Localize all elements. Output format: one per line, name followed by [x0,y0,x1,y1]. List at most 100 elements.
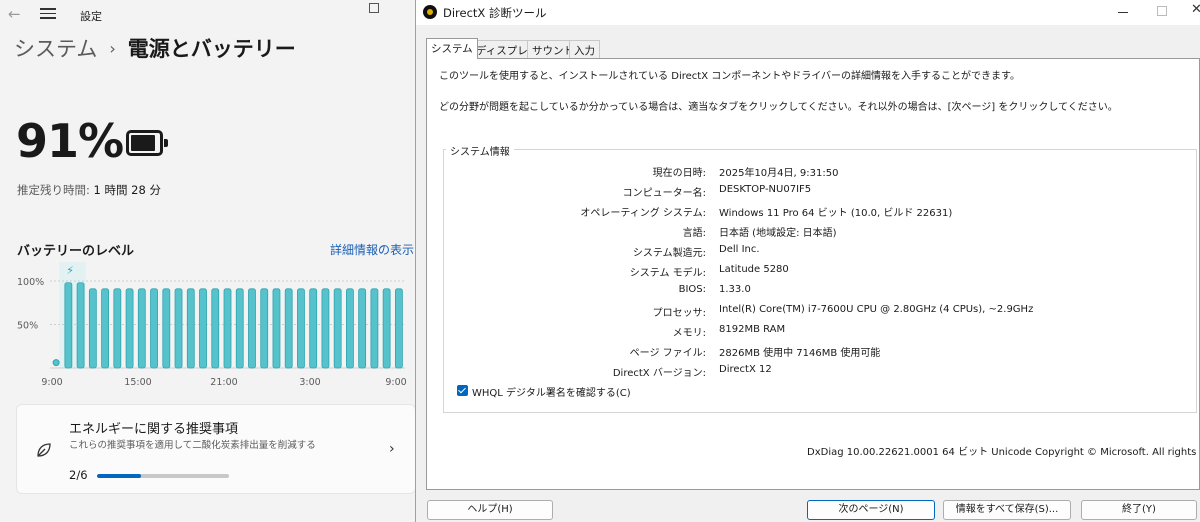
directx-logo-icon [423,5,437,19]
chart-bar [346,288,354,369]
estimated-time-remaining: 推定残り時間: 1 時間 28 分 [17,182,161,198]
chart-bar [382,288,391,369]
info-key: DirectX バージョン: [612,368,706,379]
hamburger-menu-icon[interactable] [40,5,56,22]
chart-bar [113,288,122,369]
chart-bar [137,288,146,369]
info-value: Intel(R) Core(TM) i7-7600U CPU @ 2.80GHz… [719,304,1034,315]
chart-bar [150,288,158,369]
chart-bar [394,288,403,369]
info-key: BIOS: [678,284,706,295]
maximize-icon[interactable] [369,3,379,13]
info-value: 1.33.0 [719,284,751,295]
battery-percentage: 91% [16,114,124,168]
minimize-icon[interactable] [1118,12,1128,13]
dxdiag-window: DirectX 診断ツール ✕ システム ディスプレイ サウンド 入力 このツー… [415,0,1200,522]
settings-window: ← 設定 システム › 電源とバッテリー 91% 推定残り時間: 1 時間 28 分… [0,0,415,522]
tab-input[interactable]: 入力 [569,40,600,58]
maximize-icon[interactable] [1157,6,1167,16]
tab-system[interactable]: システム [426,38,478,59]
breadcrumb: システム › 電源とバッテリー [14,33,296,63]
intro-text-1: このツールを使用すると、インストールされている DirectX コンポーネントや… [439,71,1021,82]
save-all-info-button[interactable]: 情報をすべて保存(S)... [943,500,1071,520]
info-key: オペレーティング システム: [580,208,706,219]
chart-bar [358,288,367,369]
chart-bar [101,288,109,369]
chart-bar [199,288,207,369]
x-tick-label: 9:00 [41,377,62,388]
dxdiag-version-text: DxDiag 10.00.22621.0001 64 ビット Unicode C… [807,447,1200,458]
info-value: 2025年10月4日, 9:31:50 [719,168,839,179]
chart-bar [223,288,232,369]
info-value: 日本語 (地域設定: 日本語) [719,228,837,239]
chart-bar [248,288,256,369]
chart-bar [186,288,195,369]
energy-recommendations-card[interactable]: エネルギーに関する推奨事項 これらの推奨事項を適用して二酸化炭素排出量を削減する… [16,404,415,494]
exit-button[interactable]: 終了(Y) [1081,500,1197,520]
info-key: コンピューター名: [622,188,706,199]
x-tick-label: 9:00 [385,377,406,388]
system-tab-panel: このツールを使用すると、インストールされている DirectX コンポーネントや… [426,58,1200,490]
chart-bar [235,288,244,369]
chart-bar [284,288,293,369]
chart-bar [272,288,281,369]
recommendation-progress-label: 2/6 [69,468,88,482]
page-title: 電源とバッテリー [127,37,296,61]
info-key: 現在の日時: [652,168,706,179]
battery-level-chart: ⚡ 100% 50% 9:00 15:00 21:00 3:00 9:00 [17,262,407,388]
details-link[interactable]: 詳細情報の表示 [330,241,414,258]
recommendation-progress-bar [97,474,229,478]
close-icon[interactable]: ✕ [1191,2,1200,17]
info-key: システム モデル: [629,268,706,279]
help-button[interactable]: ヘルプ(H) [427,500,553,520]
settings-app-title: 設定 [80,10,102,23]
chart-bar [211,288,220,369]
info-value: 2826MB 使用中 7146MB 使用可能 [719,348,881,359]
chart-point [52,359,60,367]
chart-bar [333,288,342,369]
estimate-value: 1 時間 28 分 [93,183,161,197]
recommendation-subtitle: これらの推奨事項を適用して二酸化炭素排出量を削減する [69,440,316,451]
info-key: 言語: [682,228,706,239]
x-tick-label: 3:00 [299,377,320,388]
chart-bar [174,288,183,369]
dxdiag-titlebar: DirectX 診断ツール ✕ [416,0,1200,25]
whql-label: WHQL デジタル署名を確認する(C) [472,388,631,399]
info-key: プロセッサ: [652,308,706,319]
chart-bar [162,288,171,369]
next-page-button[interactable]: 次のページ(N) [807,500,935,520]
info-value: Windows 11 Pro 64 ビット (10.0, ビルド 22631) [719,208,953,219]
info-value: Latitude 5280 [719,264,789,275]
info-key: メモリ: [672,328,706,339]
chart-bar [125,288,134,369]
chart-bar [321,288,330,369]
chart-bar [309,288,318,369]
battery-level-title: バッテリーのレベル [17,244,135,259]
info-value: Dell Inc. [719,244,760,255]
x-tick-label: 21:00 [210,377,237,388]
settings-titlebar: ← 設定 [0,0,415,30]
leaf-icon [37,443,51,457]
breadcrumb-system[interactable]: システム [14,37,97,61]
chevron-right-icon[interactable]: › [389,441,395,457]
y-tick-label: 100% [17,277,44,288]
chart-bar [260,288,269,369]
checkbox-checked-icon[interactable] [457,385,468,396]
lightning-icon: ⚡ [66,264,74,277]
system-info-group-title: システム情報 [446,143,514,158]
x-tick-label: 15:00 [124,377,151,388]
chart-bar [76,282,85,369]
estimate-label: 推定残り時間: [17,183,90,197]
back-arrow-icon[interactable]: ← [8,5,21,23]
dxdiag-window-title: DirectX 診断ツール [443,6,547,20]
chart-bar [88,288,97,369]
info-value: DirectX 12 [719,364,772,375]
chart-bar [297,288,305,369]
battery-icon [126,130,168,156]
y-tick-label: 50% [17,321,38,332]
chart-bar [64,282,73,369]
info-key: ページ ファイル: [629,348,706,359]
info-value: 8192MB RAM [719,324,786,335]
system-info-group: システム情報 現在の日時: 2025年10月4日, 9:31:50 コンピューター… [443,143,1197,413]
recommendation-title: エネルギーに関する推奨事項 [69,422,239,437]
